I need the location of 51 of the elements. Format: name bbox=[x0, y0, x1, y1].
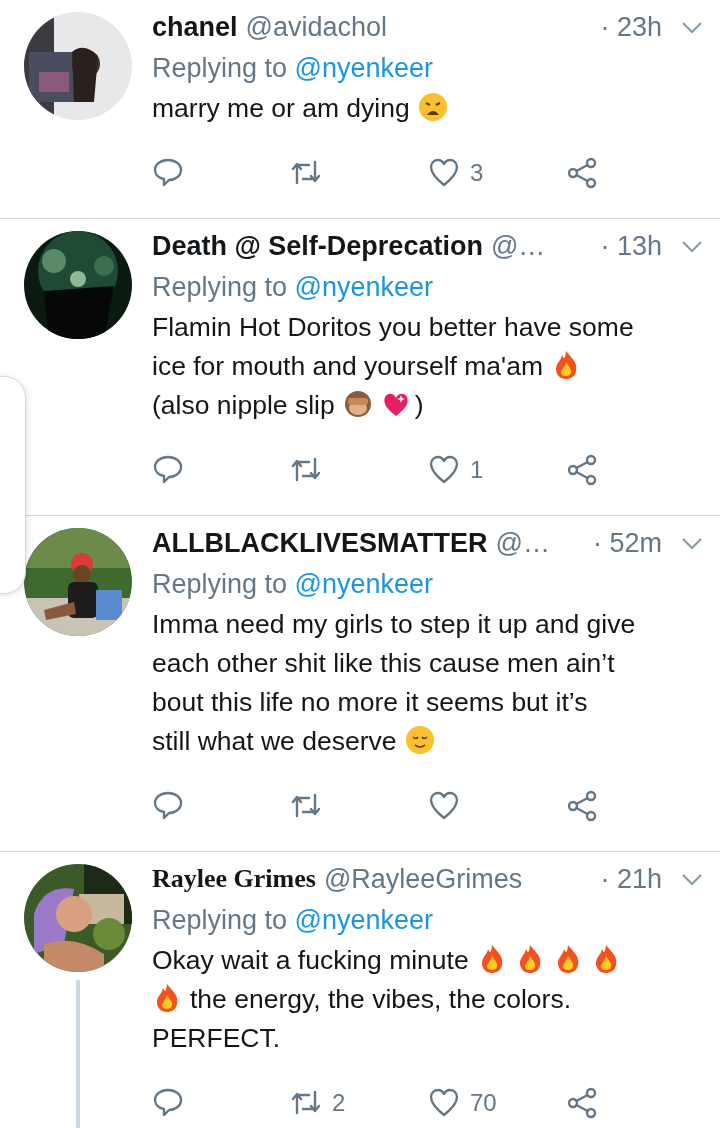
tweet-text: Imma need my girls to step it up and give bbox=[152, 609, 636, 639]
heart-icon[interactable] bbox=[428, 157, 460, 189]
user-handle[interactable]: @… bbox=[490, 231, 546, 261]
replying-label: Replying to bbox=[152, 569, 289, 599]
share-icon[interactable] bbox=[566, 790, 598, 822]
monkey-icon bbox=[342, 389, 373, 419]
replying-label: Replying to bbox=[152, 272, 289, 302]
timestamp: · 13h bbox=[599, 231, 662, 261]
tweet-text: ) bbox=[414, 390, 424, 420]
like-count: 1 bbox=[470, 455, 484, 485]
tweet-text: (also nipple slip bbox=[152, 390, 335, 420]
heart-icon[interactable] bbox=[428, 1087, 460, 1119]
weary-face-icon bbox=[417, 92, 448, 122]
mention-link[interactable]: @nyenkeer bbox=[294, 272, 434, 302]
mention-link[interactable]: @nyenkeer bbox=[294, 905, 434, 935]
smiling-face-icon bbox=[404, 725, 435, 755]
user-handle[interactable]: @avidachol bbox=[245, 12, 388, 42]
share-icon[interactable] bbox=[566, 157, 598, 189]
tweet-text: the energy, the vibes, the colors. bbox=[190, 984, 572, 1014]
like-count: 3 bbox=[470, 158, 484, 188]
user-name[interactable]: chanel bbox=[152, 12, 238, 42]
tweet-text: Okay wait a fucking minute bbox=[152, 945, 469, 975]
user-name[interactable]: Death @ Self-Deprecation bbox=[152, 231, 483, 261]
timestamp: · 52m bbox=[591, 528, 662, 558]
reply-icon[interactable] bbox=[152, 790, 184, 822]
user-name[interactable]: ALLBLACKLIVESMATTER bbox=[152, 528, 488, 558]
tweet-text: marry me or am dying bbox=[152, 93, 410, 123]
reply-icon[interactable] bbox=[152, 454, 184, 486]
replying-label: Replying to bbox=[152, 905, 289, 935]
tweet-text: each other shit like this cause men ain’t bbox=[152, 648, 615, 678]
reply-icon[interactable] bbox=[152, 157, 184, 189]
mention-link[interactable]: @nyenkeer bbox=[294, 569, 434, 599]
tweet-text: ice for mouth and yourself ma'am bbox=[152, 351, 543, 381]
mention-link[interactable]: @nyenkeer bbox=[294, 53, 434, 83]
share-icon[interactable] bbox=[566, 1087, 598, 1119]
like-count: 70 bbox=[470, 1088, 497, 1118]
user-handle[interactable]: @… bbox=[495, 528, 550, 558]
heart-icon[interactable] bbox=[428, 790, 460, 822]
heart-icon[interactable] bbox=[428, 454, 460, 486]
user-handle[interactable]: @RayleeGrimes bbox=[323, 864, 523, 894]
retweet-count: 2 bbox=[332, 1088, 346, 1118]
tweet-text: still what we deserve bbox=[152, 726, 397, 756]
user-name[interactable]: Raylee Grimes bbox=[152, 864, 316, 894]
replying-label: Replying to bbox=[152, 53, 289, 83]
share-icon[interactable] bbox=[566, 454, 598, 486]
reply-icon[interactable] bbox=[152, 1087, 184, 1119]
tweet-text: bout this life no more it seems but it’s bbox=[152, 687, 588, 717]
tweet-text: Flamin Hot Doritos you better have some bbox=[152, 312, 634, 342]
timestamp: · 21h bbox=[599, 864, 662, 894]
timestamp: · 23h bbox=[599, 12, 662, 42]
tweet-text: PERFECT. bbox=[152, 1023, 281, 1053]
